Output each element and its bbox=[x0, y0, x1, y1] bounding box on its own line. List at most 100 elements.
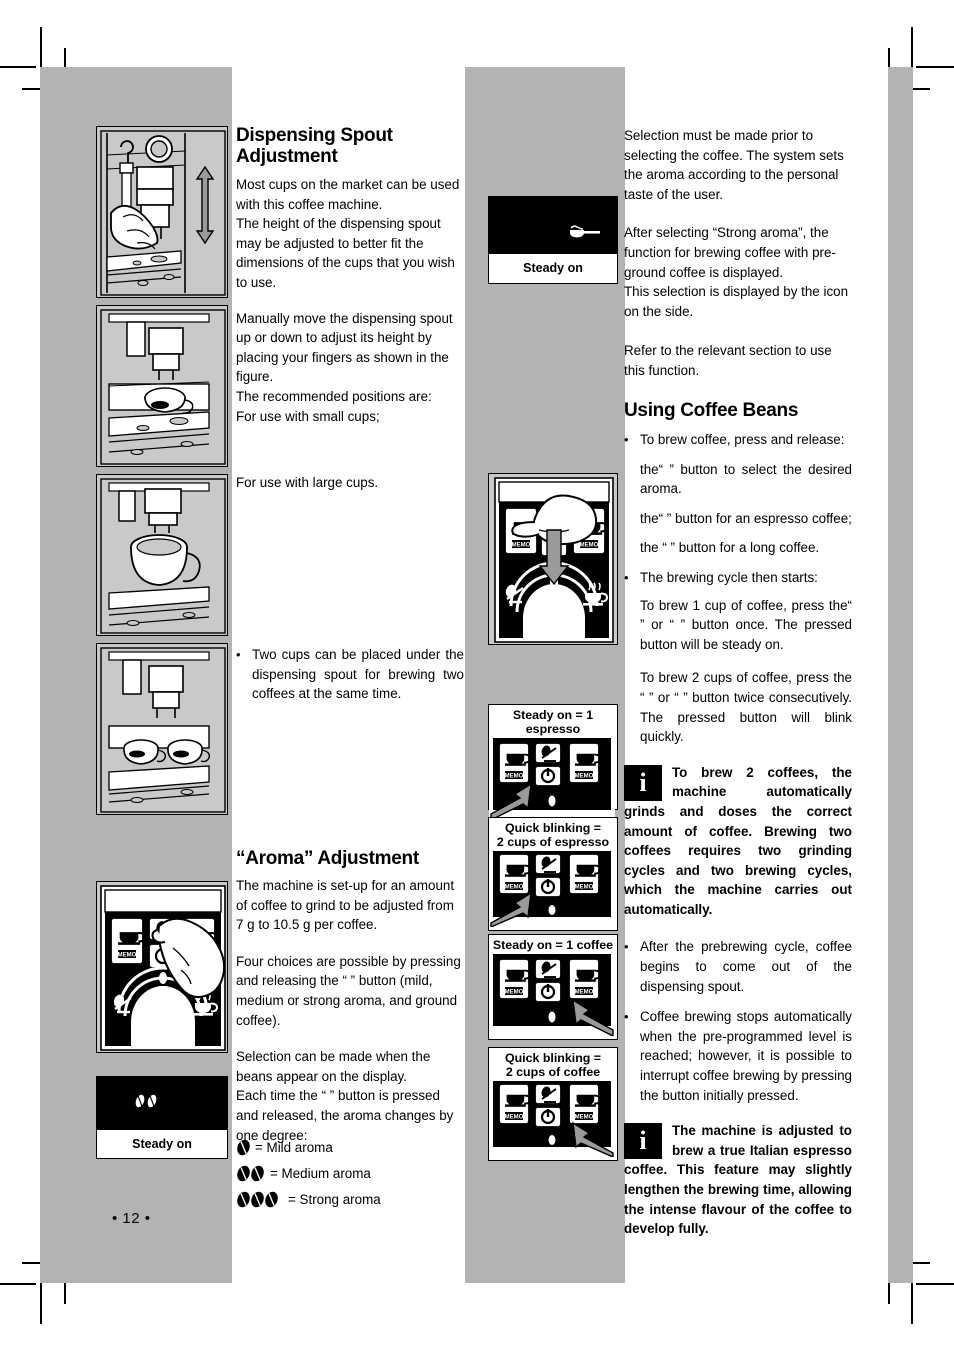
paragraph-four-choices-text: Four choices are possible by pressing an… bbox=[236, 953, 461, 1028]
aroma-legend-label-medium: = Medium aroma bbox=[270, 1166, 371, 1181]
bullet-two-cups: • Two cups can be placed under the dispe… bbox=[236, 645, 464, 704]
info-block-two-coffees: i To brew 2 coffees, the machine automat… bbox=[624, 763, 852, 920]
two-coffee-beans-icon bbox=[133, 1093, 159, 1109]
bullet-brewing-cycle: • The brewing cycle then starts: bbox=[624, 568, 852, 588]
panel-caption-line2: 2 cups of coffee bbox=[505, 1065, 601, 1079]
panel-figure-control-panel-left-blinking: MEMO MEMO bbox=[489, 851, 617, 927]
figure-spout-height-adjust-hand bbox=[96, 126, 228, 298]
figure-control-panel-aroma-button-press: MEMO MEMO bbox=[96, 881, 228, 1053]
info-block-italian-espresso: i The machine is adjusted to brew a true… bbox=[624, 1121, 852, 1239]
paragraph-refer-section: Refer to the relevant section to use thi… bbox=[624, 343, 832, 378]
heading-line-1: Dispensing Spout bbox=[236, 125, 393, 146]
bullet-dot: • bbox=[236, 647, 241, 662]
svg-text:MEMO: MEMO bbox=[512, 543, 531, 549]
panel-caption: Quick blinking = 2 cups of espresso bbox=[489, 818, 617, 851]
sub-long-coffee-button-text: the “ ” button for a long coffee. bbox=[640, 540, 820, 556]
panel-figure-control-panel-left-steady: MEMO MEMO bbox=[489, 738, 617, 820]
left-column-text: Dispensing Spout Adjustment Most cups on… bbox=[236, 125, 464, 440]
svg-text:MEMO: MEMO bbox=[505, 1115, 524, 1121]
bullet-text: To brew coffee, press and release: bbox=[640, 432, 845, 447]
paragraph-large-cups: For use with large cups. bbox=[236, 475, 379, 490]
panel-caption: Steady on = 1 espresso bbox=[489, 705, 617, 738]
panel-steady-on-1-espresso: Steady on = 1 espresso MEMO MEMO bbox=[488, 704, 618, 820]
display-preground-steady-on: Steady on bbox=[488, 196, 618, 284]
panel-caption-line2: 2 cups of espresso bbox=[496, 835, 610, 849]
right-column-text-top: Selection must be made prior to selectin… bbox=[624, 126, 852, 395]
figure-control-panel-coffee-button-press: MEMO MEMO bbox=[488, 473, 618, 645]
sub-aroma-button-text: the“ ” button to select the desired arom… bbox=[640, 461, 852, 497]
bullet-to-brew-coffee: • To brew coffee, press and release: bbox=[624, 430, 852, 450]
aroma-legend-row-mild: = Mild aroma bbox=[236, 1138, 464, 1157]
left-column-aroma-section: “Aroma” Adjustment The machine is set-up… bbox=[236, 848, 464, 1159]
panel-caption-line1: Steady on = 1 espresso bbox=[512, 708, 594, 736]
bullet-prebrewing: • After the prebrewing cycle, coffee beg… bbox=[624, 937, 852, 996]
panel-figure-control-panel-right-steady: MEMO MEMO bbox=[489, 954, 617, 1036]
paragraph-strong-aroma-preground: After selecting “Strong aroma”, the func… bbox=[624, 225, 849, 319]
bullet-brewing-stops: • Coffee brewing stops automatically whe… bbox=[624, 1007, 852, 1105]
coffee-bean-icon bbox=[236, 1139, 251, 1156]
svg-text:MEMO: MEMO bbox=[575, 1115, 594, 1121]
paragraph-selection-prior: Selection must be made prior to selectin… bbox=[624, 128, 844, 202]
figure-spout-large-cup bbox=[96, 474, 228, 636]
panel-caption-line1: Quick blinking = bbox=[504, 1051, 602, 1065]
crop-mark-tl-h bbox=[0, 66, 36, 68]
panel-caption: Steady on = 1 coffee bbox=[489, 935, 617, 954]
figure-spout-small-cup bbox=[96, 305, 228, 467]
svg-text:MEMO: MEMO bbox=[505, 885, 524, 891]
paragraph-manual-move: Manually move the dispensing spout up or… bbox=[236, 310, 453, 424]
coffee-bean-icon bbox=[236, 1191, 280, 1208]
display-screen bbox=[97, 1077, 227, 1131]
sub-espresso-button: the“ ” button for an espresso coffee; bbox=[640, 509, 852, 529]
right-column-using-coffee-beans: Using Coffee Beans • To brew coffee, pre… bbox=[624, 400, 852, 1253]
bullet-dot: • bbox=[624, 432, 629, 447]
left-column-bullet-two-cups: • Two cups can be placed under the dispe… bbox=[236, 645, 464, 717]
svg-text:MEMO: MEMO bbox=[575, 885, 594, 891]
crop-mark-tr-h bbox=[916, 66, 954, 68]
svg-text:MEMO: MEMO bbox=[580, 543, 599, 549]
crop-mark-br-v bbox=[911, 1280, 913, 1324]
display-label: Steady on bbox=[97, 1130, 227, 1158]
heading-line-2: Adjustment bbox=[236, 146, 338, 167]
aroma-legend: = Mild aroma = Medium aroma = Strong aro… bbox=[236, 1138, 464, 1209]
svg-text:MEMO: MEMO bbox=[505, 990, 524, 996]
svg-text:MEMO: MEMO bbox=[575, 990, 594, 996]
heading-using-coffee-beans: Using Coffee Beans bbox=[624, 400, 799, 421]
pre-ground-coffee-scoop-icon bbox=[568, 225, 602, 241]
sub-brew-one-cup-text: To brew 1 cup of coffee, press the“ ” or… bbox=[640, 597, 852, 652]
svg-text:MEMO: MEMO bbox=[505, 774, 524, 780]
panel-caption-line1: Steady on = 1 coffee bbox=[492, 938, 614, 952]
heading-aroma-adjustment: “Aroma” Adjustment bbox=[236, 848, 419, 869]
aroma-legend-row-medium: = Medium aroma bbox=[236, 1164, 464, 1183]
aroma-legend-label-mild: = Mild aroma bbox=[255, 1140, 333, 1155]
panel-quick-blinking-2-espresso: Quick blinking = 2 cups of espresso MEMO bbox=[488, 817, 618, 931]
svg-text:MEMO: MEMO bbox=[118, 953, 137, 959]
aroma-legend-label-strong: = Strong aroma bbox=[288, 1192, 381, 1207]
crop-mark-tr-v bbox=[911, 27, 913, 71]
page-grey-right-band bbox=[888, 67, 913, 1283]
sub-long-coffee-button: the “ ” button for a long coffee. bbox=[640, 538, 852, 558]
sub-brew-two-cups-text: To brew 2 cups of coffee, press the “ ” … bbox=[640, 670, 852, 745]
panel-steady-on-1-coffee: Steady on = 1 coffee MEMO MEMO bbox=[488, 934, 618, 1040]
display-label: Steady on bbox=[489, 253, 617, 283]
bullet-text: Two cups can be placed under the dispens… bbox=[252, 647, 464, 702]
aroma-legend-row-strong: = Strong aroma bbox=[236, 1190, 464, 1209]
sub-brew-two-cups: To brew 2 cups of coffee, press the “ ” … bbox=[640, 668, 852, 746]
bullet-text: The brewing cycle then starts: bbox=[640, 569, 818, 585]
bullet-text: Coffee brewing stops automatically when … bbox=[640, 1009, 852, 1103]
figure-spout-two-cups bbox=[96, 643, 228, 815]
info-icon: i bbox=[624, 764, 662, 801]
bullet-dot: • bbox=[624, 939, 629, 955]
crop-mark-br-h bbox=[916, 1283, 954, 1285]
bullet-text: After the prebrewing cycle, coffee begin… bbox=[640, 939, 852, 994]
info-icon: i bbox=[624, 1123, 662, 1160]
panel-figure-control-panel-right-blinking: MEMO MEMO bbox=[489, 1081, 617, 1157]
bullet-dot: • bbox=[624, 569, 629, 585]
page-number: • 12 • bbox=[112, 1210, 151, 1227]
paragraph-most-cups: Most cups on the market can be used with… bbox=[236, 177, 460, 290]
sub-espresso-button-text: the“ ” button for an espresso coffee; bbox=[640, 510, 852, 526]
svg-text:MEMO: MEMO bbox=[575, 774, 594, 780]
paragraph-grind-amount: The machine is set-up for an amount of c… bbox=[236, 878, 455, 933]
sub-brew-one-cup: To brew 1 cup of coffee, press the“ ” or… bbox=[640, 596, 852, 655]
panel-caption: Quick blinking = 2 cups of coffee bbox=[489, 1048, 617, 1081]
crop-mark-tl-v bbox=[40, 27, 42, 71]
